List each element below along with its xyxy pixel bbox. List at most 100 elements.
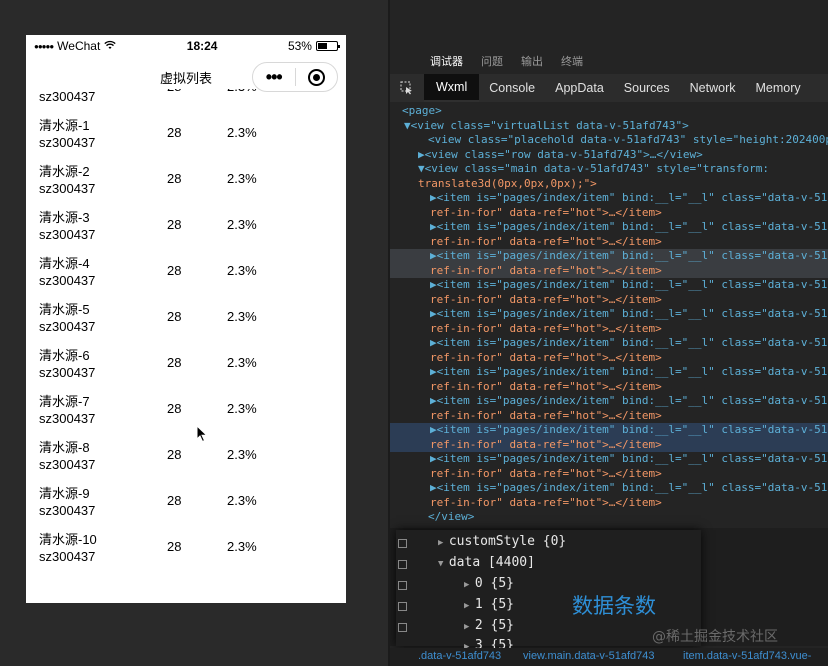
list-item[interactable]: 清水源-1 sz300437 28 2.3% — [26, 111, 346, 157]
item-tag: ▶<item is="pages/index/item" bind:__l="_… — [430, 307, 828, 320]
tab-appdata[interactable]: AppData — [545, 74, 614, 102]
checkbox-icon — [398, 602, 407, 611]
stock-percent: 2.3% — [227, 493, 257, 508]
tree-node-item[interactable]: ▶<item is="pages/index/item" bind:__l="_… — [390, 452, 828, 467]
stock-code: sz300437 — [39, 503, 96, 518]
tab-output[interactable]: 输出 — [521, 53, 543, 69]
list-item[interactable]: 清水源-2 sz300437 28 2.3% — [26, 157, 346, 203]
tree-node-page[interactable]: <page> — [402, 104, 828, 119]
tree-node-item[interactable]: ▶<item is="pages/index/item" bind:__l="_… — [390, 336, 828, 351]
tree-node-item-cont: ref-in-for" data-ref="hot">…</item> — [390, 263, 828, 278]
tree-node-item[interactable]: ▶<item is="pages/index/item" bind:__l="_… — [390, 278, 828, 293]
stock-name: 清水源-8 — [39, 440, 90, 455]
list-item[interactable]: 清水源-4 sz300437 28 2.3% — [26, 249, 346, 295]
stock-code: sz300437 — [39, 273, 96, 288]
stock-code: sz300437 — [39, 549, 96, 564]
data-item-1[interactable]: ▶ 1 {5} — [464, 597, 514, 612]
breadcrumb-item[interactable]: item.data-v-51afd743.vue- — [683, 650, 811, 662]
list-item[interactable]: 清水源-9 sz300437 28 2.3% — [26, 479, 346, 525]
tree-node-item[interactable]: ▶<item is="pages/index/item" bind:__l="_… — [390, 249, 828, 264]
list-item[interactable]: 清水源-3 sz300437 28 2.3% — [26, 203, 346, 249]
stock-count: 28 — [167, 309, 182, 324]
tree-node-main[interactable]: ▼<view class="main data-v-51afd743" styl… — [418, 162, 828, 177]
item-tag: ▶<item is="pages/index/item" bind:__l="_… — [430, 481, 828, 494]
tree-node-item[interactable]: ▶<item is="pages/index/item" bind:__l="_… — [390, 423, 828, 438]
tree-node-virtuallist[interactable]: ▼<view class="virtualList data-v-51afd74… — [404, 119, 828, 134]
item-attr-value: ref-in-for" data-ref="hot">…</item> — [430, 205, 662, 219]
data-item-label: 0 {5} — [474, 576, 514, 591]
list-item[interactable]: 清水源-10 sz300437 28 2.3% — [26, 525, 346, 571]
watermark: @稀土掘金技术社区 — [652, 629, 778, 645]
breadcrumb-item[interactable]: .data-v-51afd743 — [418, 650, 501, 662]
tab-console[interactable]: Console — [479, 74, 545, 102]
checkbox-icon — [398, 560, 407, 569]
wxml-tree[interactable]: <page> ▼<view class="virtualList data-v-… — [390, 102, 828, 530]
data-label: data [4400] — [448, 555, 535, 570]
stock-count: 28 — [167, 125, 182, 140]
tab-wxml[interactable]: Wxml — [424, 74, 480, 102]
tab-memory[interactable]: Memory — [745, 74, 810, 102]
main-tag: ▼<view class="main data-v-51afd743" styl… — [418, 162, 769, 175]
clock: 18:24 — [186, 39, 218, 53]
item-attr-value: ref-in-for" data-ref="hot">…</item> — [430, 495, 662, 509]
stock-name: 清水源-5 — [39, 302, 90, 317]
expand-icon: ▶ — [464, 601, 475, 611]
tab-network[interactable]: Network — [680, 74, 746, 102]
signal-icon: ●●●●● — [34, 41, 54, 51]
tab-issues[interactable]: 问题 — [481, 53, 503, 69]
list-item[interactable]: 清水源-8 sz300437 28 2.3% — [26, 433, 346, 479]
stock-count: 28 — [167, 217, 182, 232]
tree-node-placehold[interactable]: <view class="placehold data-v-51afd743" … — [428, 133, 828, 148]
tree-node-item[interactable]: ▶<item is="pages/index/item" bind:__l="_… — [390, 191, 828, 206]
tree-node-item-cont: ref-in-for" data-ref="hot">…</item> — [390, 235, 828, 250]
collapse-icon: ▼ — [438, 559, 449, 569]
item-attr-value: ref-in-for" data-ref="hot">…</item> — [430, 234, 662, 248]
battery-percent: 53% — [287, 39, 312, 53]
page-title: 虚拟列表 — [159, 70, 212, 86]
stock-code: sz300437 — [39, 457, 96, 472]
list-item[interactable]: 清水源-5 sz300437 28 2.3% — [26, 295, 346, 341]
tree-node-item[interactable]: ▶<item is="pages/index/item" bind:__l="_… — [390, 307, 828, 322]
tree-node-item-cont: ref-in-for" data-ref="hot">…</item> — [390, 351, 828, 366]
tree-node-item-cont: ref-in-for" data-ref="hot">…</item> — [390, 409, 828, 424]
data-item-2[interactable]: ▶ 2 {5} — [464, 618, 514, 633]
tree-node-item-cont: ref-in-for" data-ref="hot">…</item> — [390, 322, 828, 337]
expand-icon: ▶ — [464, 580, 475, 590]
data-item-label: 2 {5} — [474, 618, 514, 633]
tree-node-item[interactable]: ▶<item is="pages/index/item" bind:__l="_… — [390, 220, 828, 235]
list-item[interactable]: 清水源-6 sz300437 28 2.3% — [26, 341, 346, 387]
stock-count: 28 — [167, 171, 182, 186]
tree-node-item-cont: ref-in-for" data-ref="hot">…</item> — [390, 496, 828, 511]
close-miniprogram-button[interactable] — [296, 68, 338, 86]
list-item[interactable]: 清水源-7 sz300437 28 2.3% — [26, 387, 346, 433]
tab-terminal[interactable]: 终端 — [561, 53, 583, 69]
close-view-tag: </view> — [428, 510, 475, 523]
inspect-element-icon[interactable] — [390, 74, 424, 102]
tab-sources[interactable]: Sources — [614, 74, 680, 102]
breadcrumb-item[interactable]: view.main.data-v-51afd743 — [523, 650, 654, 662]
stock-percent: 2.3% — [227, 355, 257, 370]
devtools-top-tabs: 调试器 问题 输出 终端 — [390, 50, 828, 72]
stock-name: 清水源-3 — [39, 210, 90, 225]
data-node[interactable]: ▼ data [4400] — [438, 555, 535, 570]
status-bar: ●●●●● WeChat 18:24 53% — [26, 35, 346, 57]
tree-node-row[interactable]: ▶<view class="row data-v-51afd743">…</vi… — [418, 148, 828, 163]
tree-node-item[interactable]: ▶<item is="pages/index/item" bind:__l="_… — [390, 365, 828, 380]
tree-node-item[interactable]: ▶<item is="pages/index/item" bind:__l="_… — [390, 481, 828, 496]
checkbox-icon — [398, 623, 407, 632]
stock-percent: 2.3% — [227, 171, 257, 186]
devtools-panel-tabs: Wxml Console AppData Sources Network Mem… — [390, 74, 828, 102]
checkbox-icon — [398, 539, 407, 548]
data-item-0[interactable]: ▶ 0 {5} — [464, 576, 514, 591]
stock-count: 28 — [167, 263, 182, 278]
stock-percent: 2.3% — [227, 447, 257, 462]
list-item[interactable]: 清水源-0sz300437282.3% — [26, 89, 346, 111]
custom-style-node[interactable]: ▶ customStyle {0} — [438, 534, 566, 549]
more-icon[interactable]: ••• — [253, 68, 295, 86]
item-tag: ▶<item is="pages/index/item" bind:__l="_… — [430, 220, 828, 233]
stock-name: 清水源-2 — [39, 164, 90, 179]
tab-debugger[interactable]: 调试器 — [430, 53, 463, 69]
stock-count: 28 — [167, 89, 207, 95]
tree-node-item[interactable]: ▶<item is="pages/index/item" bind:__l="_… — [390, 394, 828, 409]
virtual-list[interactable]: 清水源-0sz300437282.3%清水源-1sz300437282.3% 清水… — [26, 89, 346, 603]
